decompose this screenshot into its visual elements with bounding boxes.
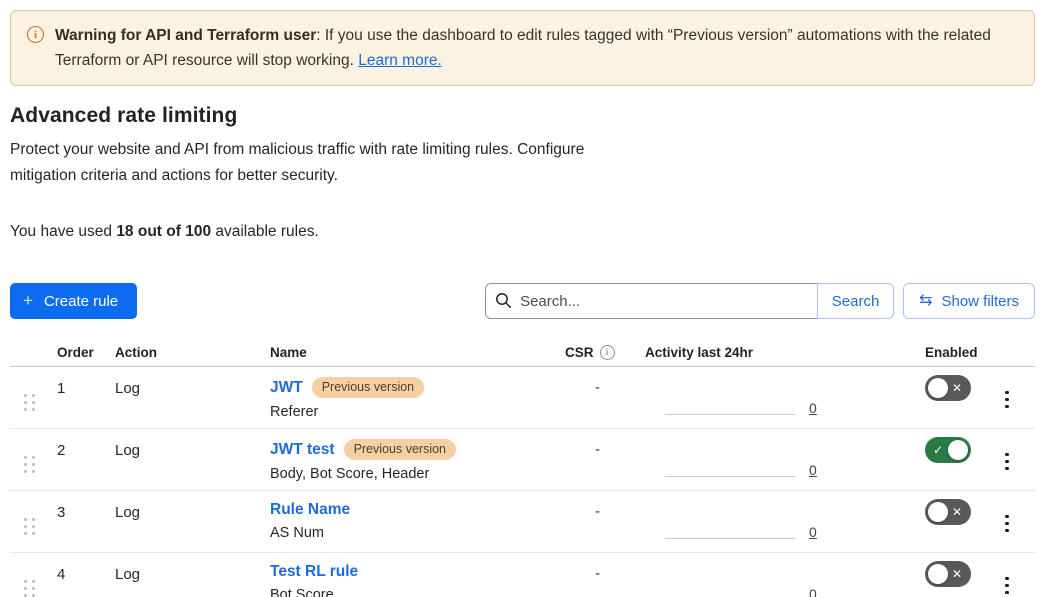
rule-name-cell: JWT test Previous version Body, Bot Scor… xyxy=(260,429,555,490)
csr-value: - xyxy=(555,429,635,490)
kebab-menu-button[interactable] xyxy=(1002,388,1012,412)
previous-version-badge: Previous version xyxy=(344,439,456,460)
create-rule-label: Create rule xyxy=(44,293,118,310)
rule-criteria: Bot Score xyxy=(270,587,555,597)
rule-order: 4 xyxy=(47,553,105,597)
rule-order: 3 xyxy=(47,491,105,552)
page-description: Protect your website and API from malici… xyxy=(10,137,642,189)
activity-cell: 0 xyxy=(635,491,905,552)
rule-criteria: Body, Bot Score, Header xyxy=(270,466,555,482)
header-order: Order xyxy=(47,345,105,360)
x-icon: ✕ xyxy=(952,568,962,580)
activity-sparkline xyxy=(665,476,795,477)
rule-order: 1 xyxy=(47,367,105,428)
toggle-knob xyxy=(928,502,948,522)
activity-sparkline xyxy=(665,538,795,539)
check-icon: ✓ xyxy=(933,444,943,456)
rule-name-cell: Test RL rule Bot Score xyxy=(260,553,555,597)
rules-table: Order Action Name CSR i Activity last 24… xyxy=(10,339,1035,597)
search-wrap: Search xyxy=(485,283,894,319)
rule-action: Log xyxy=(105,553,260,597)
kebab-menu-button[interactable] xyxy=(1002,512,1012,536)
activity-cell: 0 xyxy=(635,367,905,428)
toggle-knob xyxy=(928,378,948,398)
header-enabled: Enabled xyxy=(905,345,985,360)
rule-name-cell: Rule Name AS Num xyxy=(260,491,555,552)
drag-handle-icon[interactable] xyxy=(24,580,35,597)
rule-name-cell: JWT Previous version Referer xyxy=(260,367,555,428)
warning-banner: i Warning for API and Terraform user: If… xyxy=(10,10,1035,86)
rule-action: Log xyxy=(105,429,260,490)
activity-count-link[interactable]: 0 xyxy=(809,587,817,597)
enabled-toggle[interactable]: ✓ ✕ xyxy=(925,375,971,401)
rule-action: Log xyxy=(105,367,260,428)
banner-title: Warning for API and Terraform user xyxy=(55,27,316,44)
x-icon: ✕ xyxy=(952,506,962,518)
toolbar: + Create rule Search ⇆ Show filters xyxy=(10,283,1035,319)
header-name: Name xyxy=(260,345,555,360)
header-activity: Activity last 24hr xyxy=(635,345,905,360)
show-filters-label: Show filters xyxy=(941,293,1019,310)
table-row: 3 Log Rule Name AS Num - 0 ✓ ✕ xyxy=(10,491,1035,553)
create-rule-button[interactable]: + Create rule xyxy=(10,283,137,319)
usage-summary: You have used 18 out of 100 available ru… xyxy=(10,223,1035,241)
info-icon[interactable]: i xyxy=(600,345,615,360)
x-icon: ✕ xyxy=(952,382,962,394)
plus-icon: + xyxy=(23,291,33,311)
rule-criteria: Referer xyxy=(270,404,555,420)
csr-value: - xyxy=(555,367,635,428)
show-filters-button[interactable]: ⇆ Show filters xyxy=(903,283,1035,319)
header-csr: CSR i xyxy=(555,345,635,360)
table-header-row: Order Action Name CSR i Activity last 24… xyxy=(10,339,1035,367)
activity-sparkline xyxy=(665,414,795,415)
banner-text: Warning for API and Terraform user: If y… xyxy=(55,23,1018,73)
toggle-knob xyxy=(948,440,968,460)
table-row: 1 Log JWT Previous version Referer - 0 ✓… xyxy=(10,367,1035,429)
table-row: 2 Log JWT test Previous version Body, Bo… xyxy=(10,429,1035,491)
toggle-knob xyxy=(928,564,948,584)
search-icon xyxy=(495,292,512,309)
activity-count-link[interactable]: 0 xyxy=(809,525,817,539)
learn-more-link[interactable]: Learn more. xyxy=(358,52,442,69)
drag-handle-icon[interactable] xyxy=(24,394,35,411)
search-input[interactable] xyxy=(485,283,818,319)
info-circle-icon: i xyxy=(27,26,44,43)
activity-cell: 0 xyxy=(635,553,905,597)
activity-count-link[interactable]: 0 xyxy=(809,401,817,415)
advanced-rate-limiting-page: i Warning for API and Terraform user: If… xyxy=(0,0,1045,597)
enabled-toggle[interactable]: ✓ ✕ xyxy=(925,561,971,587)
drag-handle-icon[interactable] xyxy=(24,456,35,473)
activity-count-link[interactable]: 0 xyxy=(809,463,817,477)
enabled-toggle[interactable]: ✓ ✕ xyxy=(925,437,971,463)
swap-arrows-icon: ⇆ xyxy=(919,293,932,309)
page-title: Advanced rate limiting xyxy=(10,104,1035,128)
csr-value: - xyxy=(555,491,635,552)
drag-handle-icon[interactable] xyxy=(24,518,35,535)
rule-name-link[interactable]: JWT xyxy=(270,379,303,397)
header-action: Action xyxy=(105,345,260,360)
usage-suffix: available rules. xyxy=(211,223,319,240)
rule-name-link[interactable]: Test RL rule xyxy=(270,563,358,581)
enabled-toggle[interactable]: ✓ ✕ xyxy=(925,499,971,525)
kebab-menu-button[interactable] xyxy=(1002,574,1012,597)
search-button[interactable]: Search xyxy=(817,283,894,319)
search-filter-group: Search ⇆ Show filters xyxy=(485,283,1035,319)
search-box xyxy=(485,283,818,319)
csr-value: - xyxy=(555,553,635,597)
rule-order: 2 xyxy=(47,429,105,490)
header-csr-label: CSR xyxy=(565,345,594,360)
kebab-menu-button[interactable] xyxy=(1002,450,1012,474)
rule-name-link[interactable]: Rule Name xyxy=(270,501,350,519)
rule-action: Log xyxy=(105,491,260,552)
table-row: 4 Log Test RL rule Bot Score - 0 ✓ ✕ xyxy=(10,553,1035,597)
usage-prefix: You have used xyxy=(10,223,116,240)
activity-cell: 0 xyxy=(635,429,905,490)
previous-version-badge: Previous version xyxy=(312,377,424,398)
rule-name-link[interactable]: JWT test xyxy=(270,441,335,459)
rule-criteria: AS Num xyxy=(270,525,555,541)
usage-count: 18 out of 100 xyxy=(116,223,211,240)
